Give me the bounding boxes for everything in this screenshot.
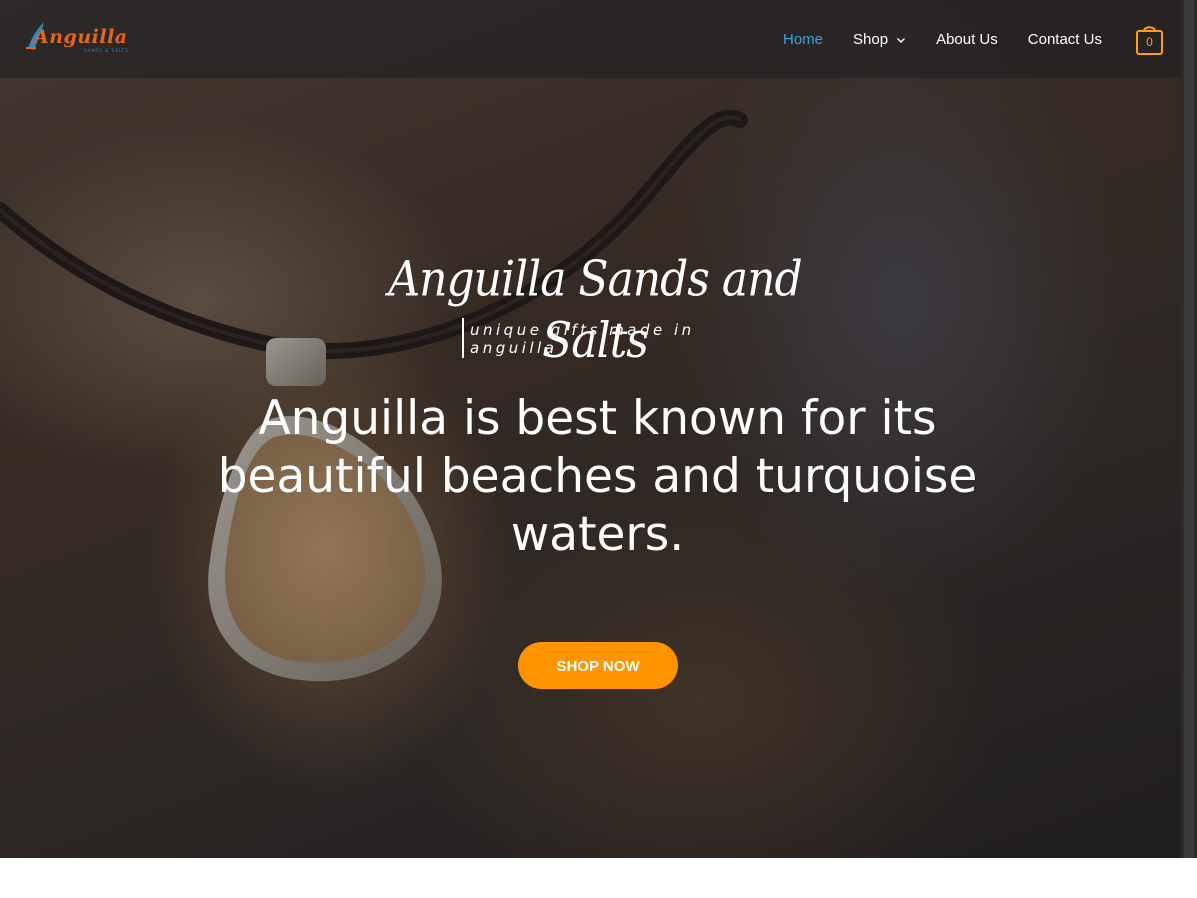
nav-item-home[interactable]: Home — [783, 30, 823, 50]
hero-headline: Anguilla is best known for its beautiful… — [217, 391, 978, 562]
nav-item-label: Contact Us — [1027, 31, 1102, 48]
brand-wordmark: Anguilla Sands and Salts unique gifts ma… — [380, 252, 810, 370]
cart-button[interactable]: 0 — [1136, 23, 1163, 55]
nav-item-label: Shop — [853, 31, 889, 48]
logo-text: Anguilla — [34, 26, 128, 48]
cart-count: 0 — [1146, 35, 1153, 49]
nav-item-contact-us[interactable]: Contact Us — [1028, 30, 1102, 50]
site-header: Anguilla SANDS & SALTS Home Shop About U… — [0, 0, 1181, 78]
shop-now-button[interactable]: SHOP NOW — [518, 642, 678, 689]
nav-item-about-us[interactable]: About Us — [936, 30, 998, 50]
nav-item-label: About Us — [936, 31, 998, 48]
nav-item-shop[interactable]: Shop — [853, 30, 906, 50]
nav-item-label: Home — [783, 31, 824, 48]
logo-subtext: SANDS & SALTS — [84, 48, 129, 53]
scrollbar-thumb[interactable] — [1184, 0, 1194, 858]
brand-tagline: unique gifts made in anguilla — [470, 321, 695, 357]
chevron-down-icon[interactable] — [896, 35, 906, 45]
brand-flourish — [462, 318, 464, 358]
scrollbar[interactable] — [1181, 0, 1197, 858]
main-nav: Home Shop About Us Contact Us — [783, 30, 1132, 50]
site-logo[interactable]: Anguilla SANDS & SALTS — [22, 18, 134, 58]
